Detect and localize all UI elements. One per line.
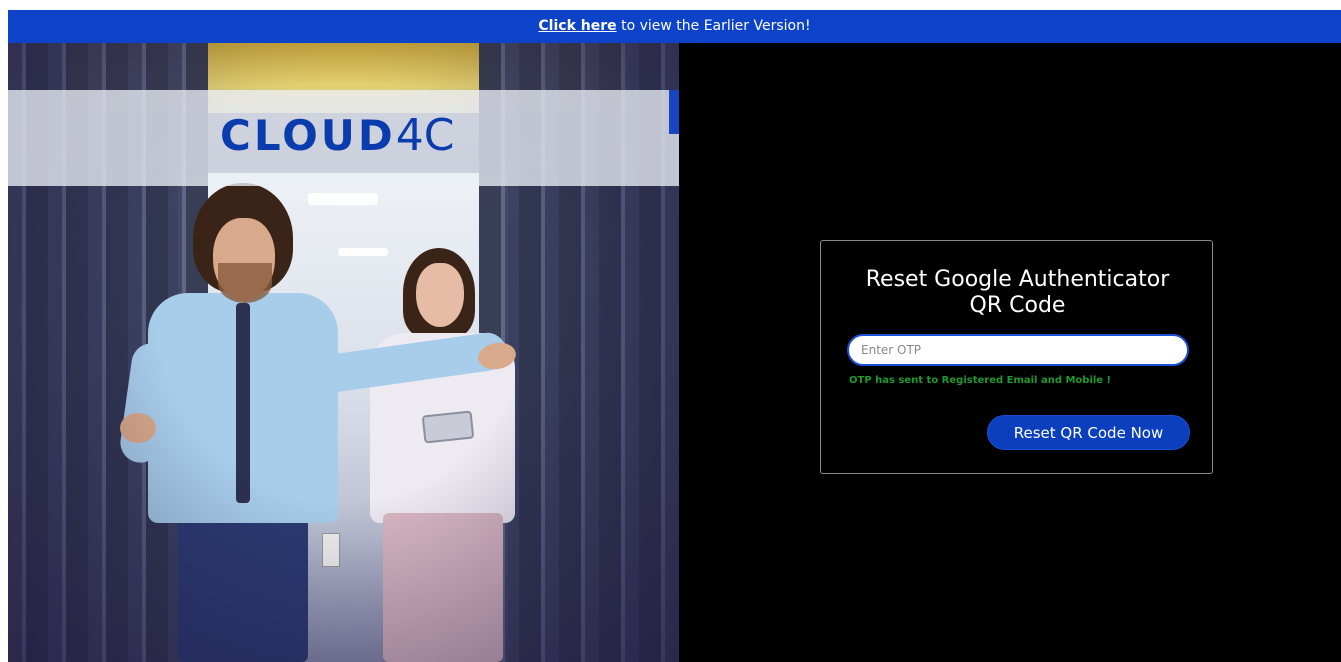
otp-status-message: OTP has sent to Registered Email and Mob… — [849, 375, 1112, 386]
logo-band: CLOUD4C — [8, 90, 679, 186]
logo-main-text: CLOUD — [220, 111, 396, 160]
reset-qr-code-button[interactable]: Reset QR Code Now — [987, 415, 1190, 450]
earlier-version-link[interactable]: Click here — [538, 18, 616, 34]
otp-input[interactable] — [847, 334, 1189, 366]
earlier-version-banner: Click here to view the Earlier Version! — [8, 10, 1341, 43]
login-page: Click here to view the Earlier Version! … — [8, 10, 1341, 662]
reset-qr-card: Reset Google Authenticator QR Code OTP h… — [820, 240, 1213, 474]
banner-text: to view the Earlier Version! — [616, 18, 811, 34]
card-title-line1: Reset Google Authenticator — [865, 267, 1170, 292]
card-title-line2: QR Code — [969, 293, 1066, 318]
logo-version-text: 4C — [395, 110, 455, 161]
logo-accent-bar — [669, 90, 679, 134]
cloud4c-logo: CLOUD4C — [220, 110, 454, 161]
hero-image: CLOUD4C — [8, 43, 679, 662]
card-title: Reset Google Authenticator QR Code — [821, 267, 1214, 319]
